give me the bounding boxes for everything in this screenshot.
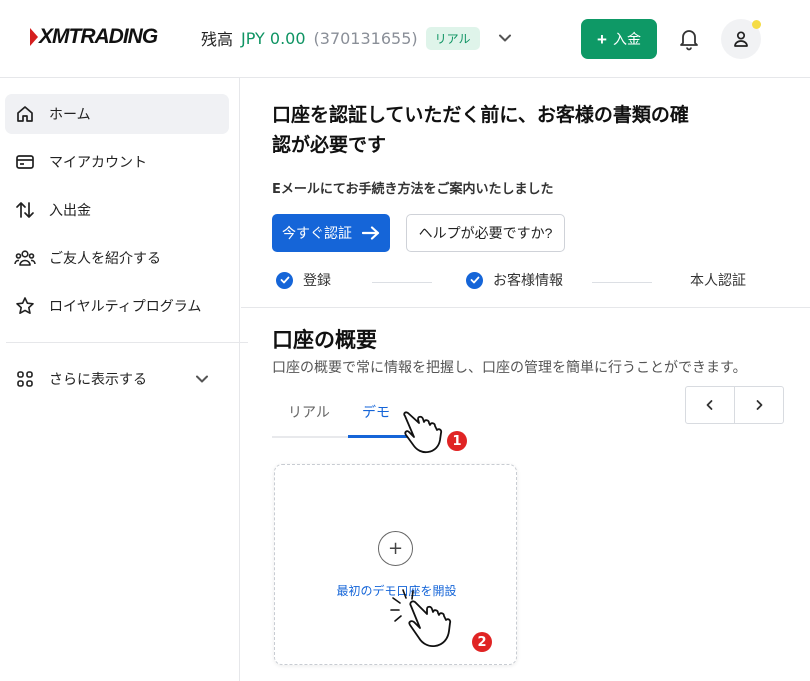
overview-subtitle: 口座の概要で常に情報を把握し、口座の管理を簡単に行うことができます。 [272,360,747,376]
step-marker-2: 2 [472,632,492,652]
sidebar-item-show-more[interactable]: さらに表示する [5,359,229,399]
avatar[interactable] [721,19,761,59]
chevron-left-icon [706,400,713,410]
step-identity-verification: 本人認証 [690,270,746,290]
sidebar-item-label: マイアカウント [49,155,147,171]
verification-subtitle: Eメールにてお手続き方法をご案内いたしました [272,182,554,197]
tab-real[interactable]: リアル [288,400,330,436]
home-icon [14,103,36,125]
sidebar: ホーム マイアカウント 入出金 ご友人を紹介する ロイヤルティプログラム さらに… [0,78,248,681]
verification-title-line1: 口座を認証していただく前に、お客様の書類の確 [272,104,689,126]
plus-icon: + [597,29,607,49]
step-customer-info: お客様情報 [466,270,563,290]
step-connector [592,282,652,283]
prev-button[interactable] [686,387,734,423]
sidebar-divider [6,342,248,343]
logo-mark-icon [30,28,38,46]
help-button[interactable]: ヘルプが必要ですか? [406,214,565,252]
main-content: 口座を認証していただく前に、お客様の書類の確 認が必要です Eメールにてお手続き… [241,78,810,681]
sidebar-item-label: ご友人を紹介する [49,251,161,267]
step-connector [372,282,432,283]
overview-title: 口座の概要 [272,328,377,352]
balance-amount: JPY 0.00 [241,28,306,48]
grid-icon [14,368,36,390]
pointing-hand-icon [403,411,443,454]
star-icon [14,295,36,317]
bell-icon[interactable] [678,27,700,51]
step-marker-1: 1 [447,431,467,451]
verification-title-line2: 認が必要です [272,134,387,156]
next-button[interactable] [734,387,783,423]
deposit-button[interactable]: + 入金 [581,19,657,59]
account-type-badge: リアル [425,26,480,50]
people-icon [14,247,36,269]
user-icon [734,31,748,47]
sidebar-item-loyalty-program[interactable]: ロイヤルティプログラム [5,286,229,326]
verify-now-button[interactable]: 今すぐ認証 [272,214,390,252]
step-label: お客様情報 [493,273,563,289]
balance-label: 残高 [201,30,234,49]
account-balance-selector[interactable]: 残高 JPY 0.00 (370131655) リアル [201,26,512,50]
verify-now-label: 今すぐ認証 [282,225,352,241]
sidebar-item-home[interactable]: ホーム [5,94,229,134]
transfer-icon [14,199,36,221]
tab-demo[interactable]: デモ [362,400,390,436]
check-circle-icon [276,271,293,289]
sidebar-item-label: ロイヤルティプログラム [49,299,202,315]
chevron-down-icon[interactable] [498,31,512,45]
account-tabs: リアル デモ [272,400,412,438]
sidebar-item-label: ホーム [49,107,91,123]
xm-logo[interactable]: XMTRADING [30,24,158,50]
step-registration: 登録 [276,270,331,290]
check-circle-icon [466,271,483,289]
sidebar-item-label: さらに表示する [49,372,147,388]
card-icon [14,151,36,173]
sidebar-item-label: 入出金 [49,203,91,219]
deposit-label: 入金 [612,31,641,47]
step-label: 本人認証 [690,273,746,289]
arrow-right-icon [362,226,380,240]
pointing-hand-click-icon [390,589,452,648]
chevron-down-icon [195,372,209,390]
verification-title: 口座を認証していただく前に、お客様の書類の確 認が必要です [272,100,742,160]
logo-text: XMTRADING [39,25,158,48]
sidebar-item-refer-friend[interactable]: ご友人を紹介する [5,238,229,278]
sidebar-item-my-account[interactable]: マイアカウント [5,142,229,182]
section-divider [241,307,810,308]
add-circle-icon[interactable]: + [378,531,413,566]
carousel-pager [685,386,784,424]
sidebar-item-deposit-withdraw[interactable]: 入出金 [5,190,229,230]
account-number: (370131655) [313,28,418,48]
chevron-right-icon [756,400,763,410]
notification-dot [752,20,761,29]
step-label: 登録 [303,273,331,289]
top-header: XMTRADING 残高 JPY 0.00 (370131655) リアル + … [0,0,810,78]
verification-steps: 登録 お客様情報 本人認証 [272,270,792,294]
